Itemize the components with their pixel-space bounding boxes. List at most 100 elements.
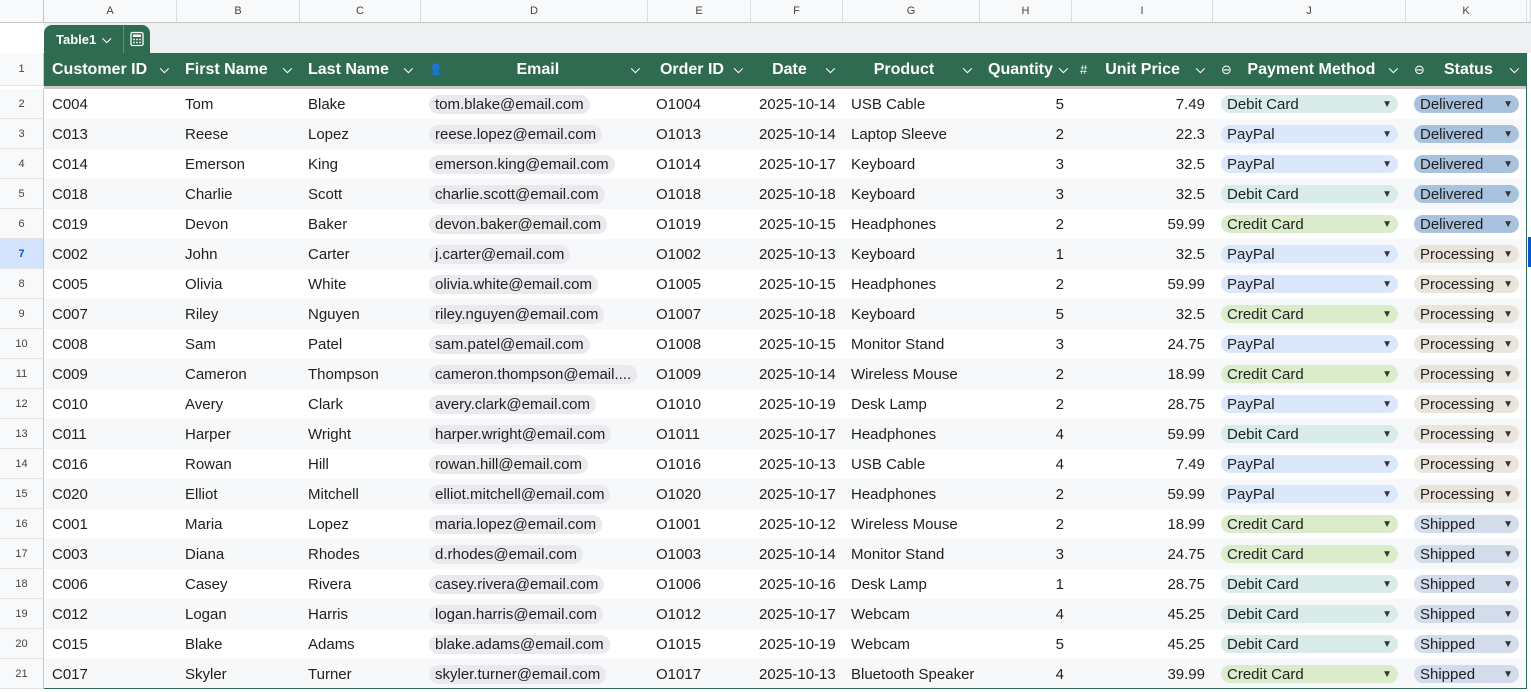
cell-email[interactable]: emerson.king@email.com (421, 149, 648, 179)
cell-order[interactable]: O1004 (648, 89, 751, 119)
cell-product[interactable]: Webcam (843, 629, 980, 659)
row-header-15[interactable]: 15 (0, 479, 44, 509)
email-chip[interactable]: d.rhodes@email.com (429, 544, 583, 564)
cell-product[interactable]: Wireless Mouse (843, 509, 980, 539)
cell-date[interactable]: 2025-10-13 (751, 659, 843, 689)
email-chip[interactable]: rowan.hill@email.com (429, 454, 588, 474)
caret-down-icon[interactable]: ▼ (1382, 519, 1392, 530)
caret-down-icon[interactable]: ▼ (1503, 579, 1513, 590)
calculator-icon[interactable] (123, 25, 150, 53)
email-chip[interactable]: tom.blake@email.com (429, 94, 590, 114)
caret-down-icon[interactable]: ▼ (1382, 159, 1392, 170)
cell-email[interactable]: avery.clark@email.com (421, 389, 648, 419)
row-header-7[interactable]: 7 (0, 239, 44, 269)
cell-status[interactable]: Shipped ▼ (1406, 509, 1527, 539)
column-header-i[interactable]: I (1072, 0, 1213, 23)
cell-price[interactable]: 22.3 (1072, 119, 1213, 149)
chevron-down-icon[interactable]: ⌵ (160, 62, 169, 77)
cell-email[interactable]: sam.patel@email.com (421, 329, 648, 359)
cell-status[interactable]: Processing ▼ (1406, 419, 1527, 449)
cell-price[interactable]: 45.25 (1072, 629, 1213, 659)
cell-id[interactable]: C013 (44, 119, 177, 149)
cell-qty[interactable]: 4 (980, 449, 1072, 479)
header-customer-id[interactable]: Customer ID ⌵ (44, 53, 177, 86)
status-dropdown[interactable]: Processing ▼ (1414, 275, 1519, 293)
cell-payment[interactable]: Credit Card ▼ (1213, 539, 1406, 569)
caret-down-icon[interactable]: ▼ (1503, 279, 1513, 290)
cell-status[interactable]: Delivered ▼ (1406, 149, 1527, 179)
cell-product[interactable]: Headphones (843, 209, 980, 239)
cell-price[interactable]: 32.5 (1072, 149, 1213, 179)
column-header-e[interactable]: E (648, 0, 751, 23)
cell-last[interactable]: Turner (300, 659, 421, 689)
email-chip[interactable]: harper.wright@email.com (429, 424, 612, 444)
cell-order[interactable]: O1012 (648, 599, 751, 629)
cell-last[interactable]: Rhodes (300, 539, 421, 569)
caret-down-icon[interactable]: ▼ (1382, 489, 1392, 500)
cell-first[interactable]: Skyler (177, 659, 300, 689)
cell-last[interactable]: Baker (300, 209, 421, 239)
cell-last[interactable]: Blake (300, 89, 421, 119)
payment-dropdown[interactable]: Debit Card ▼ (1221, 95, 1398, 113)
row-header-20[interactable]: 20 (0, 629, 44, 659)
cell-payment[interactable]: Credit Card ▼ (1213, 209, 1406, 239)
cell-email[interactable]: maria.lopez@email.com (421, 509, 648, 539)
cell-price[interactable]: 18.99 (1072, 359, 1213, 389)
cell-product[interactable]: Keyboard (843, 149, 980, 179)
cell-last[interactable]: Harris (300, 599, 421, 629)
email-chip[interactable]: avery.clark@email.com (429, 394, 596, 414)
cell-order[interactable]: O1009 (648, 359, 751, 389)
cell-date[interactable]: 2025-10-17 (751, 149, 843, 179)
cell-payment[interactable]: Credit Card ▼ (1213, 359, 1406, 389)
cell-status[interactable]: Processing ▼ (1406, 299, 1527, 329)
cell-id[interactable]: C003 (44, 539, 177, 569)
header-payment-method[interactable]: ⊖ Payment Method ⌵ (1213, 53, 1406, 86)
cell-id[interactable]: C002 (44, 239, 177, 269)
payment-dropdown[interactable]: Debit Card ▼ (1221, 185, 1398, 203)
cell-first[interactable]: Riley (177, 299, 300, 329)
status-dropdown[interactable]: Processing ▼ (1414, 365, 1519, 383)
column-header-d[interactable]: D (421, 0, 648, 23)
cell-order[interactable]: O1010 (648, 389, 751, 419)
payment-dropdown[interactable]: PayPal ▼ (1221, 275, 1398, 293)
cell-id[interactable]: C007 (44, 299, 177, 329)
email-chip[interactable]: maria.lopez@email.com (429, 514, 603, 534)
payment-dropdown[interactable]: PayPal ▼ (1221, 335, 1398, 353)
cell-last[interactable]: Rivera (300, 569, 421, 599)
column-header-k[interactable]: K (1406, 0, 1527, 23)
cell-payment[interactable]: Credit Card ▼ (1213, 509, 1406, 539)
cell-status[interactable]: Processing ▼ (1406, 359, 1527, 389)
status-dropdown[interactable]: Delivered ▼ (1414, 95, 1519, 113)
caret-down-icon[interactable]: ▼ (1503, 189, 1513, 200)
cell-order[interactable]: O1015 (648, 629, 751, 659)
cell-email[interactable]: skyler.turner@email.com (421, 659, 648, 689)
caret-down-icon[interactable]: ▼ (1382, 579, 1392, 590)
cell-id[interactable]: C011 (44, 419, 177, 449)
cell-email[interactable]: riley.nguyen@email.com (421, 299, 648, 329)
cell-first[interactable]: Elliot (177, 479, 300, 509)
caret-down-icon[interactable]: ▼ (1382, 279, 1392, 290)
column-header-f[interactable]: F (751, 0, 843, 23)
cell-id[interactable]: C001 (44, 509, 177, 539)
cell-product[interactable]: Headphones (843, 479, 980, 509)
cell-first[interactable]: Sam (177, 329, 300, 359)
cell-price[interactable]: 32.5 (1072, 179, 1213, 209)
cell-qty[interactable]: 1 (980, 569, 1072, 599)
row-header-14[interactable]: 14 (0, 449, 44, 479)
caret-down-icon[interactable]: ▼ (1382, 609, 1392, 620)
cell-email[interactable]: tom.blake@email.com (421, 89, 648, 119)
status-dropdown[interactable]: Delivered ▼ (1414, 215, 1519, 233)
cell-product[interactable]: Keyboard (843, 299, 980, 329)
cell-date[interactable]: 2025-10-14 (751, 89, 843, 119)
cell-qty[interactable]: 2 (980, 359, 1072, 389)
cell-status[interactable]: Shipped ▼ (1406, 629, 1527, 659)
cell-qty[interactable]: 2 (980, 209, 1072, 239)
caret-down-icon[interactable]: ▼ (1382, 399, 1392, 410)
payment-dropdown[interactable]: Debit Card ▼ (1221, 575, 1398, 593)
cell-id[interactable]: C006 (44, 569, 177, 599)
row-header-8[interactable]: 8 (0, 269, 44, 299)
payment-dropdown[interactable]: Credit Card ▼ (1221, 515, 1398, 533)
cell-price[interactable]: 59.99 (1072, 269, 1213, 299)
cell-payment[interactable]: Debit Card ▼ (1213, 569, 1406, 599)
cell-date[interactable]: 2025-10-18 (751, 299, 843, 329)
